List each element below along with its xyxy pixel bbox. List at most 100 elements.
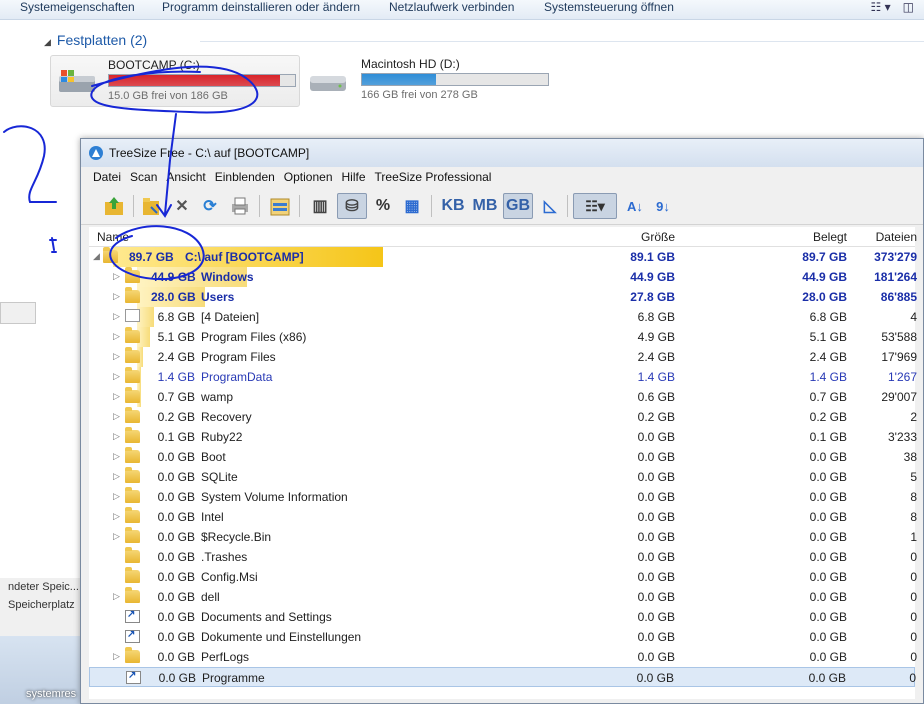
tree-row-4-dateien[interactable]: ▷ 6.8 GB [4 Dateien] 6.8 GB 6.8 GB 4 bbox=[89, 307, 917, 327]
root-gr: 89.1 GB bbox=[630, 250, 675, 264]
menu-datei[interactable]: Datei bbox=[93, 170, 121, 184]
row-size: 28.0 GB bbox=[151, 290, 196, 304]
menu-treesize-professional[interactable]: TreeSize Professional bbox=[375, 170, 492, 184]
expand-arrow-icon[interactable]: ▷ bbox=[113, 271, 120, 282]
col-allocated[interactable]: Belegt bbox=[813, 230, 847, 244]
tree-row-program-files[interactable]: ▷ 2.4 GB Program Files 2.4 GB 2.4 GB 17'969 bbox=[89, 347, 917, 367]
expand-arrow-icon[interactable]: ▷ bbox=[113, 311, 120, 322]
details-view-dropdown[interactable]: ☷▾ bbox=[573, 193, 617, 219]
toolbar-separator bbox=[567, 195, 568, 217]
tree-row-dell[interactable]: ▷ 0.0 GB dell 0.0 GB 0.0 GB 0 bbox=[89, 587, 917, 607]
tree-row-sqlite[interactable]: ▷ 0.0 GB SQLite 0.0 GB 0.0 GB 5 bbox=[89, 467, 917, 487]
uninstall-program-button[interactable]: Programm deinstallieren oder ändern bbox=[162, 0, 360, 14]
row-bel: 0.0 GB bbox=[809, 490, 847, 504]
drive-view-icon[interactable]: ⛁ bbox=[337, 193, 367, 219]
folder-icon bbox=[125, 327, 140, 343]
row-bel: 0.7 GB bbox=[809, 390, 847, 404]
tree-row-programme[interactable]: 0.0 GB Programme 0.0 GB 0.0 GB 0 bbox=[89, 667, 916, 687]
map-network-drive-button[interactable]: Netzlaufwerk verbinden bbox=[389, 0, 514, 14]
tree-row-boot[interactable]: ▷ 0.0 GB Boot 0.0 GB 0.0 GB 38 bbox=[89, 447, 917, 467]
row-size: 0.0 GB bbox=[157, 550, 195, 564]
expand-arrow-icon[interactable]: ▷ bbox=[113, 531, 120, 542]
grid-view-icon[interactable]: ▦ bbox=[399, 193, 425, 219]
row-bel: 0.0 GB bbox=[809, 510, 847, 524]
expand-arrow-icon[interactable]: ▷ bbox=[113, 431, 120, 442]
sort-alpha-icon[interactable]: A↓ bbox=[623, 193, 647, 219]
expand-arrow-icon[interactable]: ▷ bbox=[113, 451, 120, 462]
bar-view-icon[interactable]: ▥ bbox=[307, 193, 333, 219]
expand-arrow-icon[interactable]: ▷ bbox=[113, 391, 120, 402]
folder-icon bbox=[125, 287, 140, 303]
scale-icon[interactable]: ◺ bbox=[537, 193, 563, 219]
expand-arrow-icon[interactable]: ▷ bbox=[113, 491, 120, 502]
percent-unit-button[interactable]: % bbox=[371, 193, 395, 219]
tree-row-documents-and-settings[interactable]: 0.0 GB Documents and Settings 0.0 GB 0.0 GB… bbox=[89, 607, 917, 627]
tree-row-dokumente-und-einstellungen[interactable]: 0.0 GB Dokumente und Einstellungen 0.0 GB 0… bbox=[89, 627, 917, 647]
tree-row-intel[interactable]: ▷ 0.0 GB Intel 0.0 GB 0.0 GB 8 bbox=[89, 507, 917, 527]
menu-ansicht[interactable]: Ansicht bbox=[166, 170, 205, 184]
menu-einblenden[interactable]: Einblenden bbox=[215, 170, 275, 184]
print-icon[interactable] bbox=[227, 193, 253, 219]
drives-section-header[interactable]: ◢ Festplatten (2) bbox=[44, 32, 147, 48]
expand-arrow-icon[interactable]: ▷ bbox=[113, 371, 120, 382]
tree-row-programdata[interactable]: ▷ 1.4 GB ProgramData 1.4 GB 1.4 GB 1'267 bbox=[89, 367, 917, 387]
row-dat: 181'264 bbox=[874, 270, 917, 284]
shortcut-icon bbox=[125, 629, 140, 643]
tree-row-ruby22[interactable]: ▷ 0.1 GB Ruby22 0.0 GB 0.1 GB 3'233 bbox=[89, 427, 917, 447]
collapse-arrow-icon[interactable]: ◢ bbox=[93, 251, 100, 262]
refresh-icon[interactable]: ⟳ bbox=[199, 193, 221, 219]
expand-arrow-icon[interactable]: ▷ bbox=[113, 331, 120, 342]
tree-row-system-volume-information[interactable]: ▷ 0.0 GB System Volume Information 0.0 GB 0.… bbox=[89, 487, 917, 507]
tree-root-row[interactable]: ◢ 89.7 GB C:\ auf [BOOTCAMP] 89.1 GB 89.7 GB… bbox=[89, 247, 917, 267]
expand-arrow-icon[interactable]: ▷ bbox=[113, 471, 120, 482]
preview-pane-icon[interactable]: ◫ bbox=[903, 0, 914, 14]
row-dat: 1'267 bbox=[888, 370, 917, 384]
gb-unit-button[interactable]: GB bbox=[503, 193, 533, 219]
taskbar-thumbnail[interactable]: systemres bbox=[0, 636, 86, 704]
tree-row-program-files-x86[interactable]: ▷ 5.1 GB Program Files (x86) 4.9 GB 5.1 GB 53… bbox=[89, 327, 917, 347]
system-properties-button[interactable]: Systemeigenschaften bbox=[20, 0, 135, 14]
expand-arrow-icon[interactable]: ▷ bbox=[113, 351, 120, 362]
expand-arrow-icon[interactable]: ▷ bbox=[113, 651, 120, 662]
drive-c[interactable]: BOOTCAMP (C:) 15.0 GB frei von 186 GB bbox=[50, 55, 300, 107]
row-gr: 0.2 GB bbox=[637, 410, 675, 424]
tree-row-trashes[interactable]: 0.0 GB .Trashes 0.0 GB 0.0 GB 0 bbox=[89, 547, 917, 567]
tree-row-recovery[interactable]: ▷ 0.2 GB Recovery 0.2 GB 0.2 GB 2 bbox=[89, 407, 917, 427]
expand-arrow-icon[interactable]: ▷ bbox=[113, 511, 120, 522]
row-dat: 4 bbox=[910, 310, 917, 324]
export-icon[interactable] bbox=[267, 193, 293, 219]
menu-hilfe[interactable]: Hilfe bbox=[342, 170, 366, 184]
kb-unit-button[interactable]: KB bbox=[439, 193, 467, 219]
tree-row-windows[interactable]: ▷ 44.9 GB Windows 44.9 GB 44.9 GB 181'264 bbox=[89, 267, 917, 287]
menu-optionen[interactable]: Optionen bbox=[284, 170, 333, 184]
treesize-titlebar[interactable]: TreeSize Free - C:\ auf [BOOTCAMP] bbox=[81, 139, 923, 167]
expand-arrow-icon[interactable]: ▷ bbox=[113, 411, 120, 422]
parent-folder-icon[interactable] bbox=[101, 193, 127, 219]
row-size: 0.7 GB bbox=[157, 390, 195, 404]
sort-size-icon[interactable]: 9↓ bbox=[651, 193, 675, 219]
row-gr: 0.0 GB bbox=[637, 590, 675, 604]
row-name: PerfLogs bbox=[201, 650, 250, 664]
open-control-panel-button[interactable]: Systemsteuerung öffnen bbox=[544, 0, 674, 14]
col-size[interactable]: Größe bbox=[641, 230, 675, 244]
menu-scan[interactable]: Scan bbox=[130, 170, 157, 184]
shortcut-icon bbox=[126, 670, 141, 684]
file-icon bbox=[125, 309, 140, 322]
tree-row-wamp[interactable]: ▷ 0.7 GB wamp 0.6 GB 0.7 GB 29'007 bbox=[89, 387, 917, 407]
tree-row-users[interactable]: ▷ 28.0 GB Users 27.8 GB 28.0 GB 86'885 bbox=[89, 287, 917, 307]
row-size: 0.0 GB bbox=[157, 530, 195, 544]
folder-icon bbox=[125, 267, 140, 283]
col-files[interactable]: Dateien bbox=[876, 230, 917, 244]
view-options-icon[interactable]: ☷ ▾ bbox=[871, 0, 891, 14]
tree-row-config-msi[interactable]: 0.0 GB Config.Msi 0.0 GB 0.0 GB 0 bbox=[89, 567, 917, 587]
tree-row-perflogs[interactable]: ▷ 0.0 GB PerfLogs 0.0 GB 0.0 GB 0 bbox=[89, 647, 917, 667]
mb-unit-button[interactable]: MB bbox=[471, 193, 499, 219]
drive-d[interactable]: Macintosh HD (D:) 166 GB frei von 278 GB bbox=[302, 55, 562, 107]
expand-arrow-icon[interactable]: ▷ bbox=[113, 291, 120, 302]
expand-arrow-icon[interactable]: ▷ bbox=[113, 591, 120, 602]
select-folder-icon[interactable] bbox=[139, 193, 165, 219]
tree-row-recycle-bin[interactable]: ▷ 0.0 GB $Recycle.Bin 0.0 GB 0.0 GB 1 bbox=[89, 527, 917, 547]
stop-scan-icon[interactable]: ✕ bbox=[171, 193, 193, 219]
row-bel: 0.0 GB bbox=[809, 550, 847, 564]
col-name[interactable]: Name bbox=[97, 230, 129, 244]
